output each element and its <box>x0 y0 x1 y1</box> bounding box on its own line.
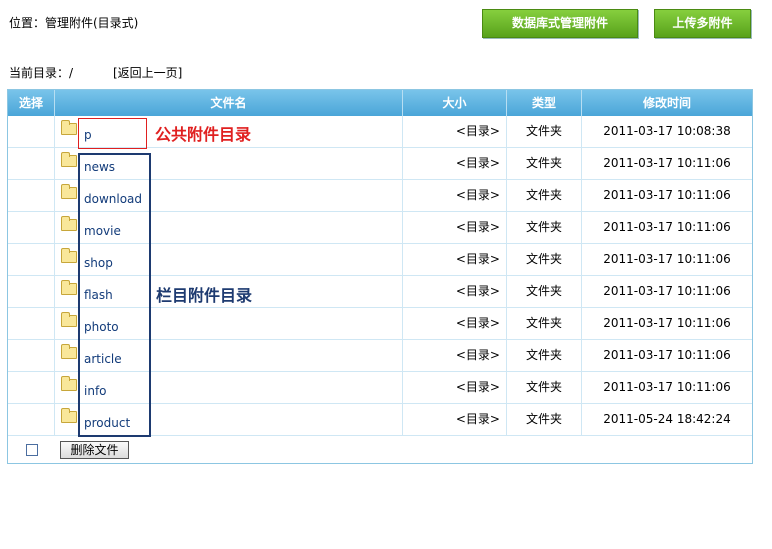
size-cell: <目录> <box>403 244 507 275</box>
type-cell: 文件夹 <box>507 308 582 339</box>
folder-icon <box>61 344 77 359</box>
folder-icon <box>61 312 77 327</box>
type-cell: 文件夹 <box>507 340 582 371</box>
modified-cell: 2011-05-24 18:42:24 <box>603 412 731 426</box>
upload-multiple-button[interactable]: 上传多附件 <box>654 9 751 38</box>
col-modified: 修改时间 <box>642 96 691 110</box>
folder-icon <box>61 376 77 391</box>
select-cell <box>8 276 55 307</box>
column-annotation-label: 栏目附件目录 <box>156 286 253 305</box>
col-size: 大小 <box>403 90 507 116</box>
select-cell <box>8 340 55 371</box>
select-cell <box>8 308 55 339</box>
column-annotation-box <box>78 153 151 437</box>
type-cell: 文件夹 <box>507 180 582 211</box>
size-cell: <目录> <box>403 372 507 403</box>
modified-cell: 2011-03-17 10:11:06 <box>603 220 731 234</box>
modified-cell: 2011-03-17 10:11:06 <box>603 284 731 298</box>
size-cell: <目录> <box>403 180 507 211</box>
folder-icon <box>61 184 77 199</box>
modified-cell: 2011-03-17 10:11:06 <box>603 348 731 362</box>
table-footer: 删除文件 <box>8 436 752 463</box>
col-type: 类型 <box>507 90 582 116</box>
table-header: 选择 文件名 大小 类型 修改时间 <box>8 90 752 116</box>
size-cell: <目录> <box>403 276 507 307</box>
location-text: 位置：管理附件(目录式) <box>9 16 139 30</box>
type-cell: 文件夹 <box>507 244 582 275</box>
size-cell: <目录> <box>403 148 507 179</box>
folder-icon <box>61 120 77 135</box>
delete-files-button[interactable]: 删除文件 <box>60 441 129 459</box>
size-cell: <目录> <box>403 116 507 147</box>
size-cell: <目录> <box>403 308 507 339</box>
type-cell: 文件夹 <box>507 116 582 147</box>
type-cell: 文件夹 <box>507 276 582 307</box>
type-cell: 文件夹 <box>507 372 582 403</box>
modified-cell: 2011-03-17 10:11:06 <box>603 252 731 266</box>
select-all-checkbox[interactable] <box>26 444 38 456</box>
select-cell <box>8 116 55 147</box>
folder-icon <box>61 280 77 295</box>
select-cell <box>8 148 55 179</box>
modified-cell: 2011-03-17 10:08:38 <box>603 124 731 138</box>
select-cell <box>8 180 55 211</box>
select-cell <box>8 244 55 275</box>
col-filename: 文件名 <box>55 90 403 116</box>
folder-icon <box>61 408 77 423</box>
type-cell: 文件夹 <box>507 148 582 179</box>
select-cell <box>8 404 55 435</box>
type-cell: 文件夹 <box>507 404 582 435</box>
db-manage-button[interactable]: 数据库式管理附件 <box>482 9 638 38</box>
select-cell <box>8 212 55 243</box>
col-select: 选择 <box>8 90 55 116</box>
public-annotation-box <box>78 118 147 149</box>
select-cell <box>8 372 55 403</box>
modified-cell: 2011-03-17 10:11:06 <box>603 156 731 170</box>
size-cell: <目录> <box>403 212 507 243</box>
folder-icon <box>61 216 77 231</box>
current-directory-label: 当前目录：/ <box>9 66 74 80</box>
type-cell: 文件夹 <box>507 212 582 243</box>
modified-cell: 2011-03-17 10:11:06 <box>603 188 731 202</box>
back-link[interactable]: [返回上一页] <box>113 64 182 81</box>
size-cell: <目录> <box>403 404 507 435</box>
public-annotation-label: 公共附件目录 <box>155 125 252 144</box>
modified-cell: 2011-03-17 10:11:06 <box>603 380 731 394</box>
current-directory: 当前目录：/ [返回上一页] <box>9 64 182 81</box>
folder-icon <box>61 152 77 167</box>
size-cell: <目录> <box>403 340 507 371</box>
folder-icon <box>61 248 77 263</box>
modified-cell: 2011-03-17 10:11:06 <box>603 316 731 330</box>
